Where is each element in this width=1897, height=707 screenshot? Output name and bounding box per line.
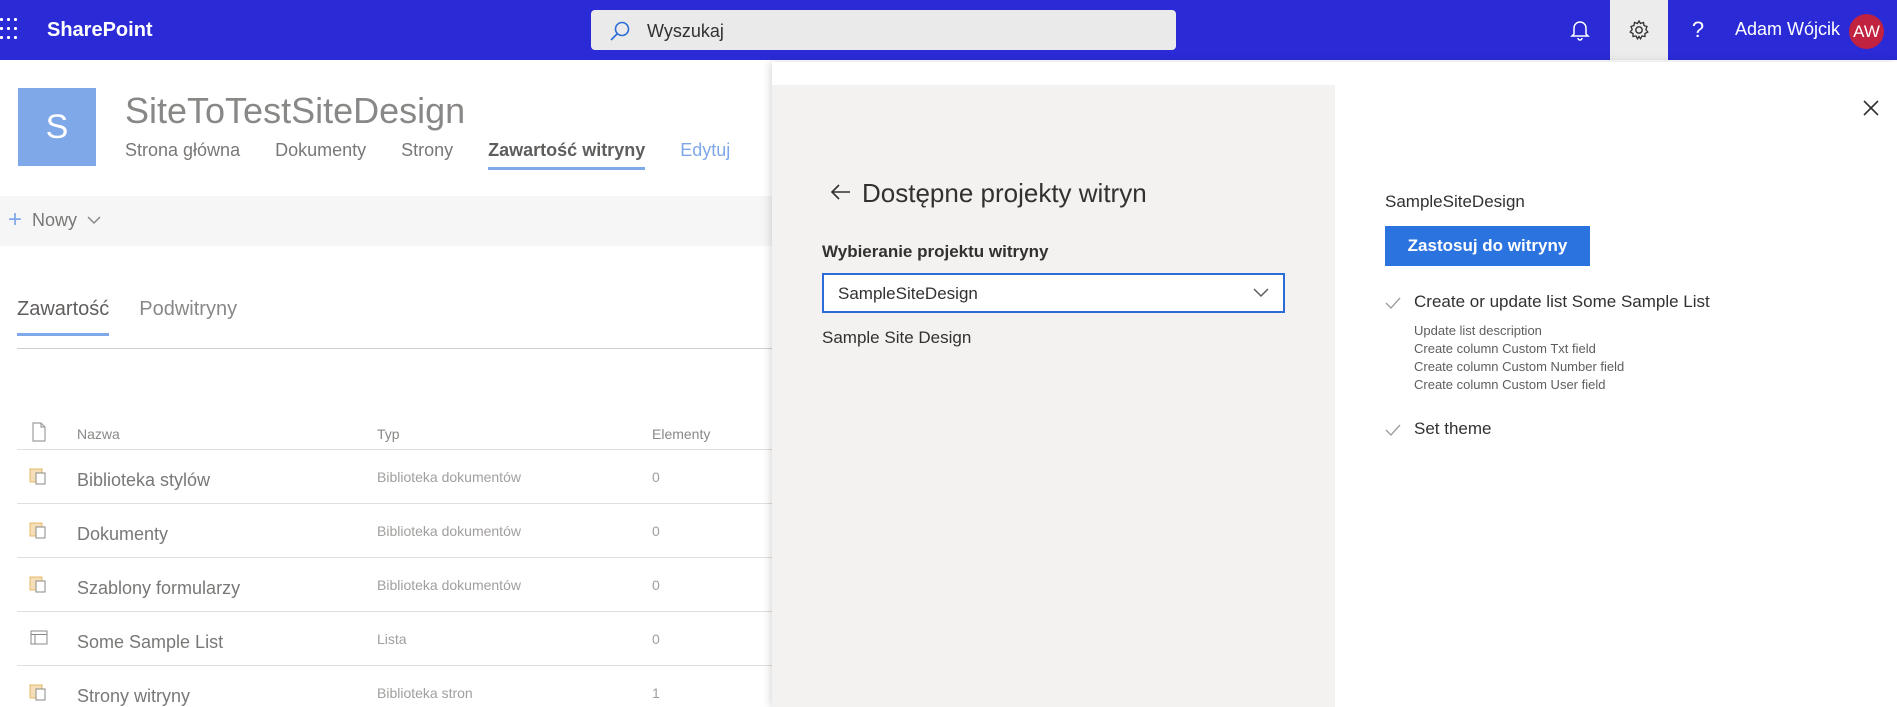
- subaction: Create column Custom Number field: [1414, 359, 1625, 374]
- chevron-down-icon: [87, 216, 101, 225]
- list-icon: [30, 630, 48, 645]
- nav-pages[interactable]: Strony: [401, 140, 453, 161]
- site-design-dropdown[interactable]: SampleSiteDesign: [822, 273, 1285, 313]
- new-button[interactable]: + Nowy: [8, 208, 101, 232]
- nav-home[interactable]: Strona główna: [125, 140, 240, 161]
- nav-site-contents[interactable]: Zawartość witryny: [488, 140, 646, 170]
- item-count: 0: [652, 631, 660, 647]
- help-button[interactable]: ?: [1669, 0, 1727, 60]
- site-design-select-label: Wybieranie projektu witryny: [822, 242, 1049, 261]
- item-count: 0: [652, 577, 660, 593]
- list-row[interactable]: Biblioteka stylów Biblioteka dokumentów …: [17, 450, 772, 504]
- document-library-icon: [29, 576, 46, 593]
- item-name[interactable]: Biblioteka stylów: [77, 470, 210, 491]
- item-count: 1: [652, 685, 660, 701]
- item-type: Biblioteka dokumentów: [377, 577, 521, 593]
- site-design-description: Sample Site Design: [822, 328, 972, 347]
- search-icon: [610, 21, 630, 41]
- item-name[interactable]: Szablony formularzy: [77, 578, 240, 599]
- notifications-button[interactable]: [1551, 0, 1609, 60]
- action-title: Create or update list Some Sample List: [1414, 292, 1710, 311]
- document-library-icon: [29, 468, 46, 485]
- gear-icon: [1629, 19, 1649, 41]
- document-library-icon: [29, 684, 46, 701]
- subaction: Create column Custom Txt field: [1414, 341, 1596, 356]
- divider: [17, 348, 772, 349]
- item-name[interactable]: Strony witryny: [77, 686, 190, 707]
- apply-to-site-button[interactable]: Zastosuj do witryny: [1385, 226, 1590, 266]
- command-bar: + Nowy: [0, 196, 772, 246]
- search-box[interactable]: Wyszukaj: [591, 10, 1176, 50]
- chevron-down-icon: [1253, 288, 1269, 298]
- nav-edit[interactable]: Edytuj: [680, 140, 730, 161]
- item-count: 0: [652, 469, 660, 485]
- item-count: 0: [652, 523, 660, 539]
- site-navigation: Strona główna Dokumenty Strony Zawartość…: [125, 140, 765, 170]
- column-header-items[interactable]: Elementy: [652, 426, 710, 442]
- list-header: Nazwa Typ Elementy: [17, 414, 772, 450]
- close-icon[interactable]: [1859, 96, 1883, 120]
- item-type: Lista: [377, 631, 407, 647]
- content-tabs: Zawartość Podwitryny: [17, 298, 267, 336]
- avatar[interactable]: AW: [1849, 14, 1884, 49]
- tab-subsites[interactable]: Podwitryny: [139, 298, 237, 321]
- contents-list: Nazwa Typ Elementy Biblioteka stylów Bib…: [17, 414, 772, 707]
- list-row[interactable]: Dokumenty Biblioteka dokumentów 0: [17, 504, 772, 558]
- subaction-list: Update list description Create column Cu…: [1414, 322, 1624, 394]
- item-type: Biblioteka dokumentów: [377, 469, 521, 485]
- bell-icon: [1570, 21, 1590, 41]
- document-library-icon: [29, 522, 46, 539]
- file-type-icon[interactable]: [29, 422, 49, 442]
- brand-name[interactable]: SharePoint: [47, 19, 153, 42]
- subaction: Create column Custom User field: [1414, 377, 1606, 392]
- nav-documents[interactable]: Dokumenty: [275, 140, 366, 161]
- subaction: Update list description: [1414, 323, 1542, 338]
- list-row[interactable]: Some Sample List Lista 0: [17, 612, 772, 666]
- site-title[interactable]: SiteToTestSiteDesign: [125, 90, 465, 132]
- item-name[interactable]: Some Sample List: [77, 632, 223, 653]
- back-arrow-icon[interactable]: [829, 180, 853, 204]
- list-row[interactable]: Strony witryny Biblioteka stron 1: [17, 666, 772, 707]
- item-type: Biblioteka dokumentów: [377, 523, 521, 539]
- item-type: Biblioteka stron: [377, 685, 473, 701]
- column-header-name[interactable]: Nazwa: [77, 426, 120, 442]
- settings-button[interactable]: [1610, 0, 1668, 60]
- user-name[interactable]: Adam Wójcik: [1735, 19, 1840, 40]
- tab-contents[interactable]: Zawartość: [17, 298, 110, 336]
- app-launcher-icon[interactable]: [0, 18, 20, 42]
- action-title: Set theme: [1414, 419, 1492, 438]
- suite-bar: SharePoint Wyszukaj ? Adam Wójcik AW: [0, 0, 1897, 60]
- panel-heading: Dostępne projekty witryn: [862, 178, 1147, 208]
- column-header-type[interactable]: Typ: [377, 426, 400, 442]
- plus-icon: +: [8, 206, 23, 233]
- checkmark-icon: [1385, 297, 1401, 310]
- list-row[interactable]: Szablony formularzy Biblioteka dokumentó…: [17, 558, 772, 612]
- help-icon: ?: [1691, 17, 1705, 42]
- new-button-label: Nowy: [32, 209, 78, 230]
- checkmark-icon: [1385, 424, 1401, 437]
- dropdown-value: SampleSiteDesign: [838, 284, 978, 303]
- search-input[interactable]: Wyszukaj: [647, 21, 724, 42]
- item-name[interactable]: Dokumenty: [77, 524, 168, 545]
- design-title: SampleSiteDesign: [1385, 192, 1525, 211]
- site-logo[interactable]: S: [18, 88, 96, 166]
